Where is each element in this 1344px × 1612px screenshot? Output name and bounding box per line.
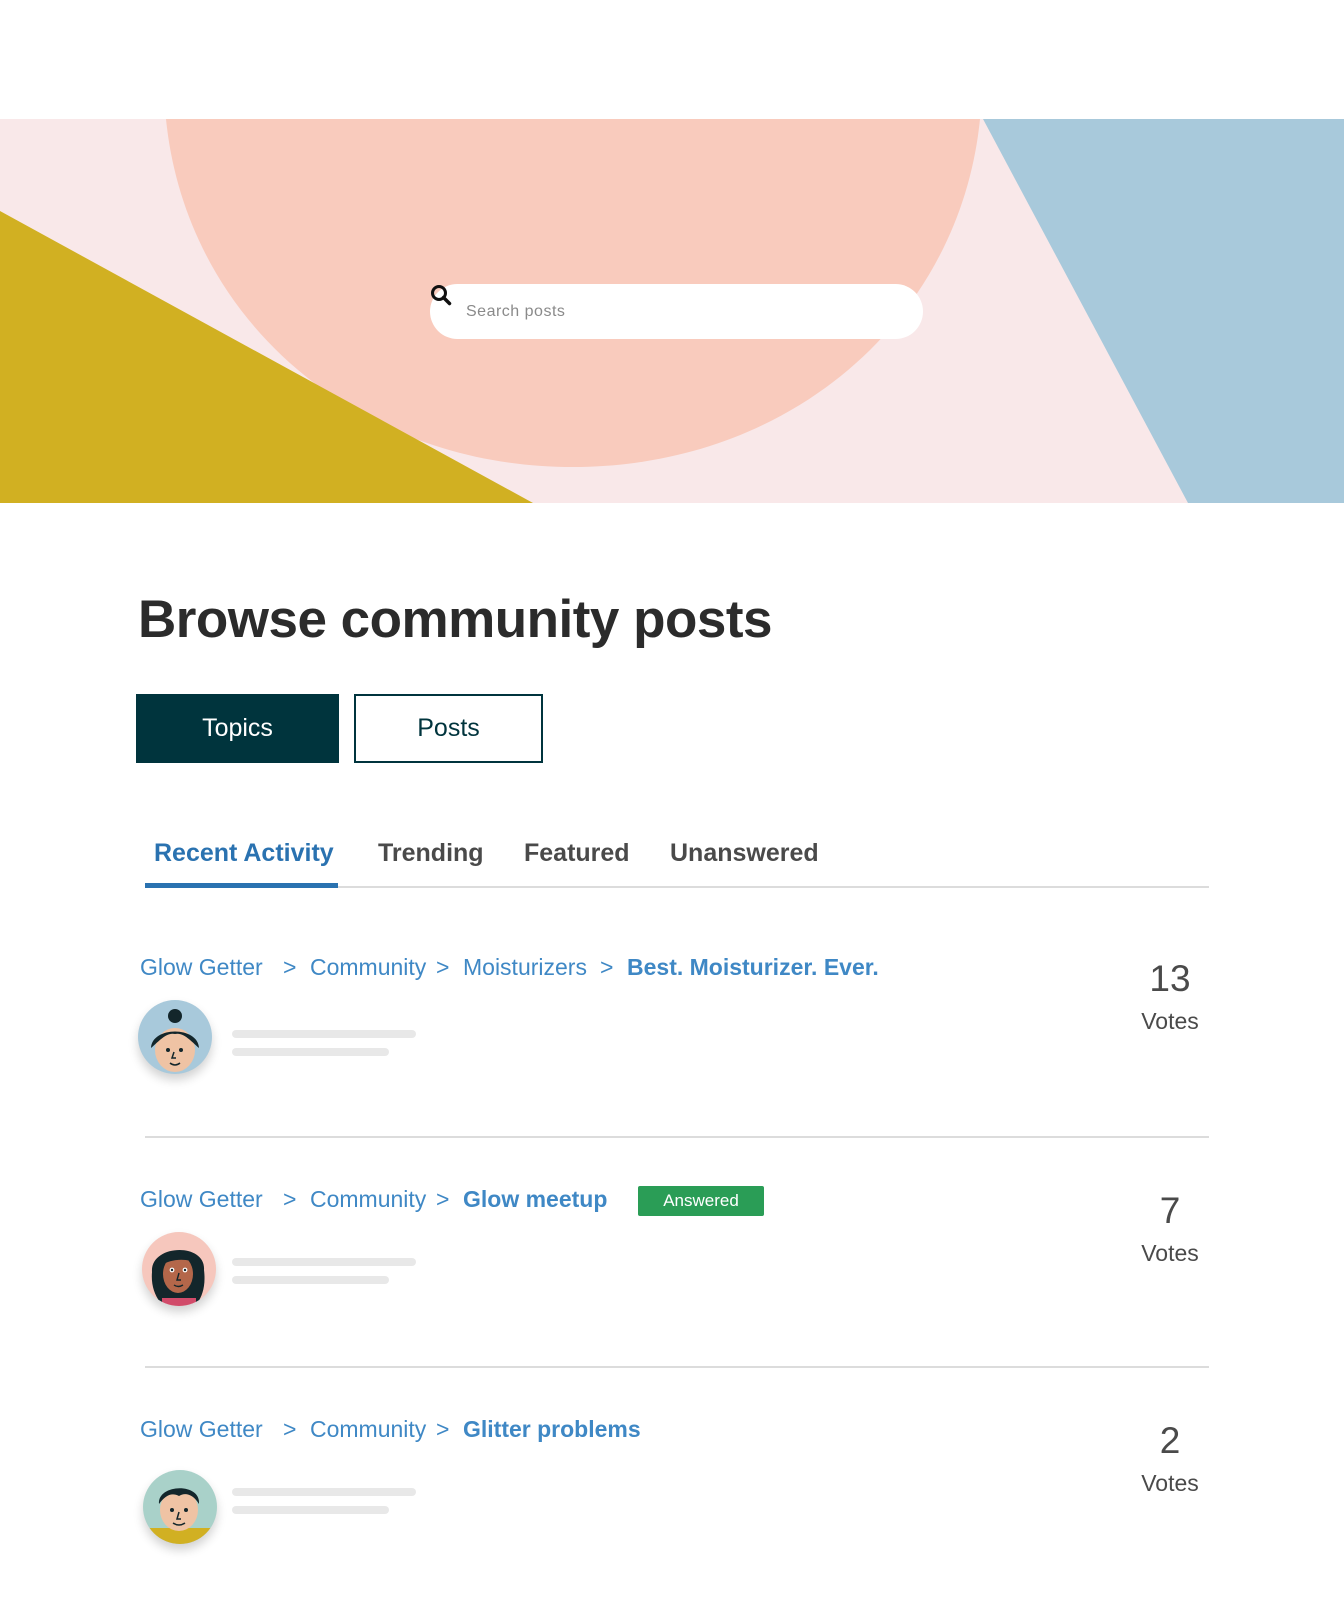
vote-label: Votes (1141, 1240, 1199, 1266)
breadcrumb-link[interactable]: Community (310, 1416, 426, 1443)
avatar-illustration (151, 1249, 205, 1306)
posts-button[interactable]: Posts (354, 694, 543, 763)
avatar-illustration (143, 1488, 217, 1544)
placeholder-line (232, 1276, 389, 1284)
breadcrumb-link[interactable]: Community (310, 954, 426, 981)
hero-blue-shape (983, 119, 1344, 503)
hero-banner (0, 119, 1344, 503)
vote-count: 2 Votes (1130, 1420, 1210, 1497)
post-divider (145, 1366, 1209, 1368)
breadcrumb-link[interactable]: Moisturizers (463, 954, 587, 981)
woman-bun-avatar[interactable] (138, 1000, 212, 1074)
tab-featured[interactable]: Featured (524, 839, 630, 868)
breadcrumb-link[interactable]: Community (310, 1186, 426, 1213)
breadcrumb-separator: > (283, 1416, 297, 1442)
activity-tabs: Recent Activity Trending Featured Unansw… (145, 820, 1209, 888)
active-tab-indicator (145, 883, 338, 888)
vote-count: 13 Votes (1130, 958, 1210, 1035)
breadcrumb-separator: > (283, 954, 297, 980)
search-icon (431, 285, 452, 306)
man-avatar[interactable] (143, 1470, 217, 1544)
topics-button[interactable]: Topics (136, 694, 339, 763)
post-divider (145, 1136, 1209, 1138)
tab-unanswered[interactable]: Unanswered (670, 839, 819, 868)
placeholder-line (232, 1030, 416, 1038)
placeholder-line (232, 1258, 416, 1266)
vote-number: 7 (1159, 1190, 1181, 1231)
post-item: Glow Getter > Community > Glitter proble… (138, 1416, 1210, 1546)
search-input[interactable] (466, 291, 886, 332)
placeholder-line (232, 1048, 389, 1056)
breadcrumb-link[interactable]: Glow Getter (140, 1416, 263, 1443)
post-item: Glow Getter > Community > Moisturizers >… (138, 954, 1210, 1084)
placeholder-line (232, 1506, 389, 1514)
tab-trending[interactable]: Trending (378, 839, 484, 868)
vote-number: 13 (1149, 958, 1191, 999)
page-title: Browse community posts (138, 590, 772, 649)
vote-label: Votes (1141, 1008, 1199, 1034)
woman-dark-hair-avatar[interactable] (142, 1232, 216, 1306)
tab-recent-activity[interactable]: Recent Activity (154, 839, 334, 868)
vote-number: 2 (1159, 1420, 1181, 1461)
breadcrumb-link[interactable]: Glow Getter (140, 1186, 263, 1213)
post-title-link[interactable]: Best. Moisturizer. Ever. (627, 954, 879, 981)
breadcrumb-separator: > (436, 954, 450, 980)
breadcrumb-separator: > (436, 1416, 450, 1442)
breadcrumb-separator: > (600, 954, 614, 980)
post-item: Glow Getter > Community > Glow meetup An… (138, 1186, 1210, 1316)
post-title-link[interactable]: Glitter problems (463, 1416, 641, 1443)
search-bar[interactable] (430, 284, 923, 339)
breadcrumb-separator: > (436, 1186, 450, 1212)
post-title-link[interactable]: Glow meetup (463, 1186, 607, 1213)
vote-count: 7 Votes (1130, 1190, 1210, 1267)
breadcrumb-separator: > (283, 1186, 297, 1212)
avatar-illustration (151, 1009, 199, 1072)
answered-badge: Answered (638, 1186, 764, 1216)
vote-label: Votes (1141, 1470, 1199, 1496)
placeholder-line (232, 1488, 416, 1496)
breadcrumb-link[interactable]: Glow Getter (140, 954, 263, 981)
